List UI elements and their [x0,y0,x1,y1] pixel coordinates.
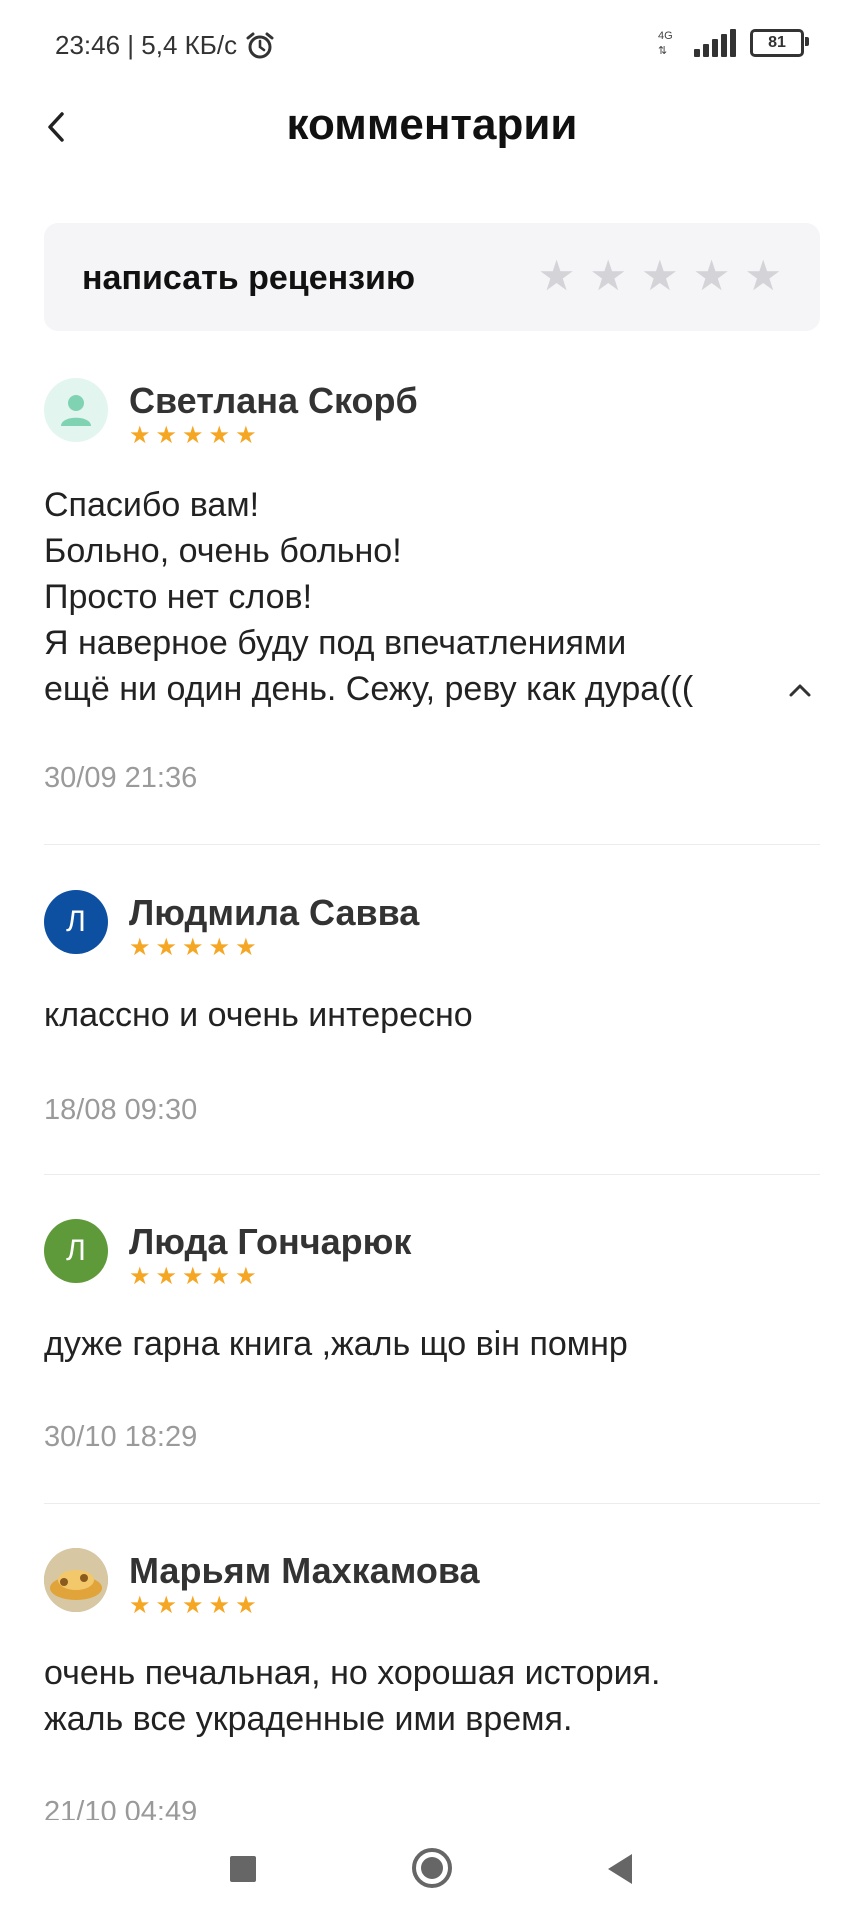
avatar[interactable]: Л [44,890,108,954]
avatar[interactable] [44,378,108,442]
review-item: Марьям Махкамова ★ ★ ★ ★ ★ очень печальная, … [44,1548,820,1820]
rating-star-2[interactable]: ★ [589,255,627,297]
star-icon: ★ [235,1263,257,1290]
write-review-box[interactable]: написать рецензию ★ ★ ★ ★ ★ [44,223,820,331]
page-title: комментарии [286,100,578,149]
review-rating: ★ ★ ★ ★ ★ [129,424,257,448]
star-icon: ★ [129,934,151,961]
star-icon: ★ [129,1263,151,1290]
battery-level: 81 [768,34,786,51]
star-icon: ★ [155,1263,178,1290]
review-rating: ★ ★ ★ ★ ★ [129,1594,257,1618]
star-icon: ★ [208,1263,231,1290]
rating-star-4[interactable]: ★ [693,255,731,297]
star-icon: ★ [129,422,151,449]
star-icon: ★ [208,1592,231,1619]
square-icon[interactable] [228,1854,258,1884]
star-icon: ★ [182,1263,204,1290]
rating-star-5[interactable]: ★ [744,255,782,297]
star-icon: ★ [155,422,178,449]
reviewer-name: Люда Гончарюк [129,1221,412,1262]
star-icon: ★ [235,1592,257,1619]
review-date: 18/08 09:30 [44,1094,198,1126]
star-icon: ★ [182,422,204,449]
avatar-photo-icon [44,1548,108,1612]
collapse-chevron-up-icon[interactable] [784,674,816,706]
divider [44,1503,820,1504]
review-rating: ★ ★ ★ ★ ★ [129,1265,257,1289]
page-header: комментарии [0,92,864,222]
status-bar: 23:46 | 5,4 КБ/с 4G ⇅ 81 [0,0,864,92]
network-type: 4G [658,30,673,42]
reviewer-name: Светлана Скорб [129,380,418,421]
rating-star-3[interactable]: ★ [641,255,679,297]
review-text: классно и очень интересно [44,996,473,1034]
data-arrows-icon: ⇅ [658,45,668,57]
star-icon: ★ [129,1592,151,1619]
alarm-icon [246,32,274,58]
review-date: 21/10 04:49 [44,1796,198,1820]
avatar[interactable]: Л [44,1219,108,1283]
star-icon: ★ [155,934,178,961]
avatar[interactable] [44,1548,108,1612]
star-icon: ★ [155,1592,178,1619]
divider [44,1174,820,1175]
battery-icon: 81 [750,29,809,57]
review-rating: ★ ★ ★ ★ ★ [129,936,257,960]
star-icon: ★ [235,934,257,961]
review-item: Л Людмила Савва ★ ★ ★ ★ ★ классно и очень ин… [44,890,820,1180]
review-item: Л Люда Гончарюк ★ ★ ★ ★ ★ дуже гарна книга ,… [44,1219,820,1509]
review-text: Спасибо вам! Больно, очень больно! Прост… [44,486,694,708]
star-icon: ★ [208,422,231,449]
circle-home-icon[interactable] [410,1846,454,1890]
rating-input[interactable]: ★ ★ ★ ★ ★ [538,255,782,297]
rating-star-1[interactable]: ★ [538,255,576,297]
status-time-speed: 23:46 | 5,4 КБ/с [55,30,238,60]
user-icon [61,395,91,426]
review-item: Светлана Скорб ★ ★ ★ ★ ★ Спасибо вам! Больно… [44,378,820,848]
triangle-back-icon[interactable] [604,1852,634,1886]
system-nav-bar [0,1820,864,1920]
review-text: очень печальная, но хорошая история. жал… [44,1654,661,1738]
review-date: 30/10 18:29 [44,1421,198,1453]
signal-icon [694,29,736,57]
star-icon: ★ [182,1592,204,1619]
star-icon: ★ [235,422,257,449]
reviewer-name: Людмила Савва [129,892,420,933]
review-date: 30/09 21:36 [44,762,198,794]
network-indicator: 4G ⇅ [658,28,680,58]
reviewer-name: Марьям Махкамова [129,1550,480,1591]
review-text: дуже гарна книга ,жаль що він помнр [44,1325,628,1363]
divider [44,844,820,845]
star-icon: ★ [182,934,204,961]
star-icon: ★ [208,934,231,961]
write-review-label: написать рецензию [82,259,415,297]
